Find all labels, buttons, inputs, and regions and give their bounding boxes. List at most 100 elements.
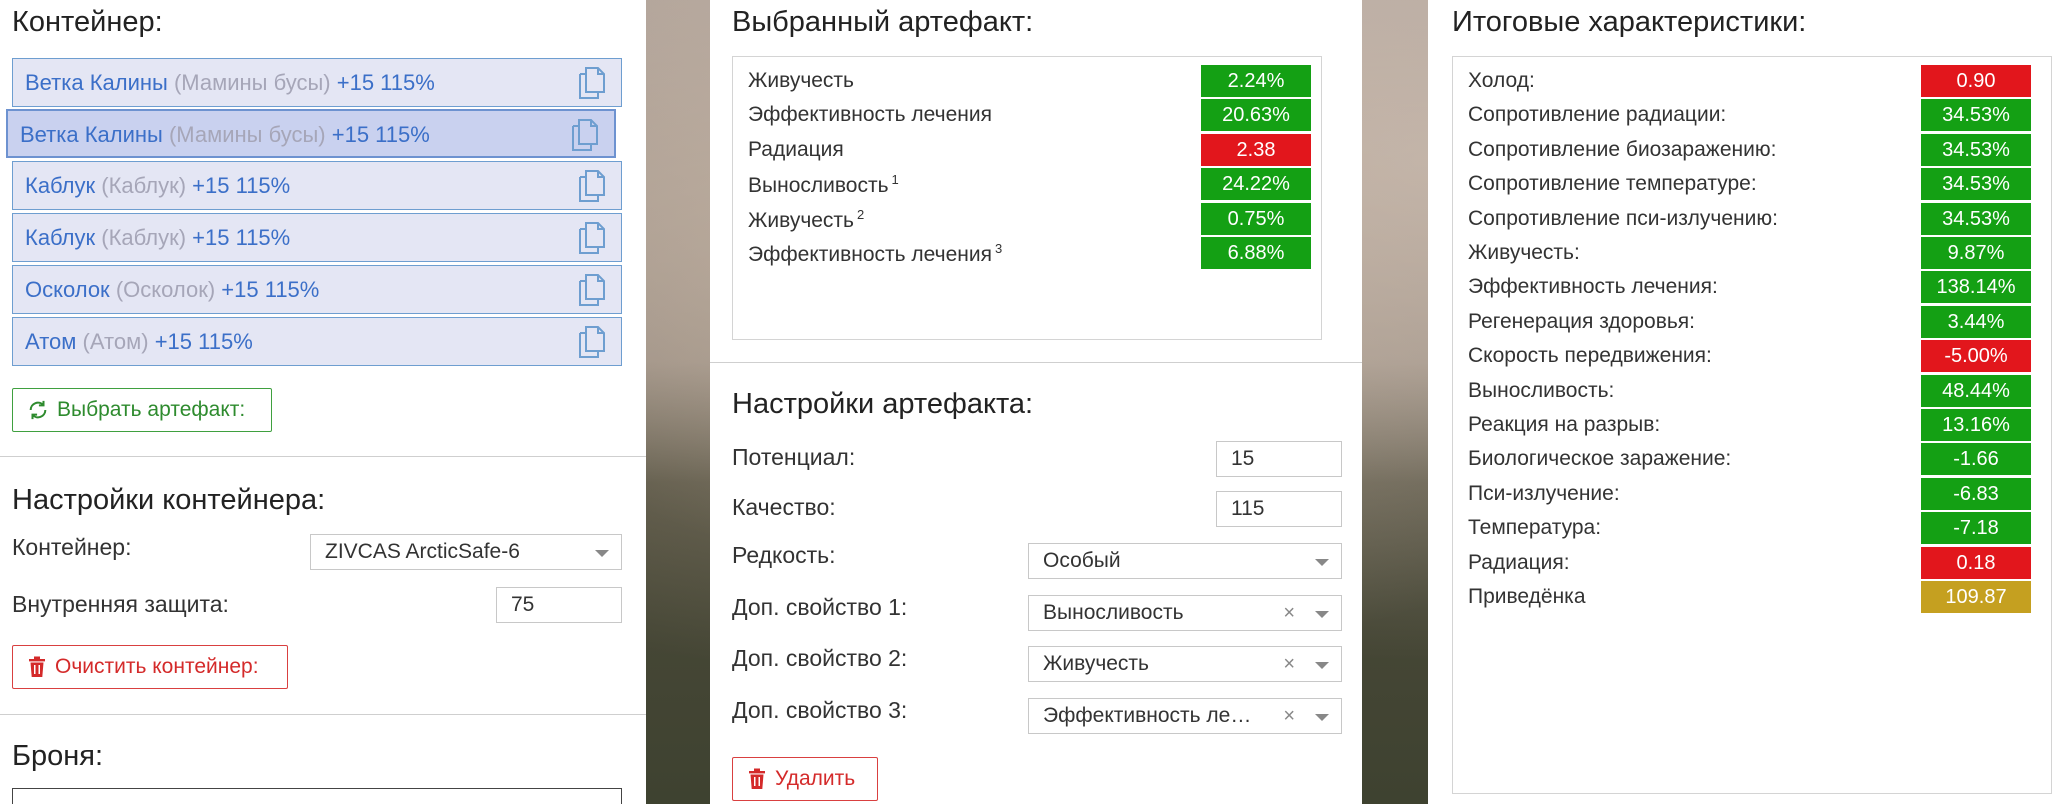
- stat-name: Реакция на разрыв:: [1468, 413, 1660, 437]
- stat-name: Пси-излучение:: [1468, 482, 1620, 506]
- stat-name-text: Биологическое заражение:: [1468, 447, 1732, 471]
- rarity-label: Редкость:: [732, 542, 836, 568]
- stat-value: 0.18: [1921, 546, 2031, 579]
- chevron-down-icon: [1315, 559, 1329, 566]
- stat-name-text: Выносливость: [748, 174, 889, 198]
- stat-name: Сопротивление температуре:: [1468, 172, 1757, 196]
- stat-row: Сопротивление пси-излучению: 34.53%: [1453, 202, 2051, 237]
- delete-artifact-button[interactable]: Удалить: [732, 757, 878, 801]
- container-item[interactable]: Ветка Калины (Мамины бусы) +15 115%: [6, 109, 616, 158]
- stat-row: Температура: -7.18: [1453, 512, 2051, 546]
- stat-name-text: Живучесть:: [1468, 241, 1580, 264]
- stat-row: Сопротивление температуре: 34.53%: [1453, 168, 2051, 202]
- copy-icon[interactable]: [577, 169, 607, 203]
- rarity-select[interactable]: Особый: [1028, 543, 1342, 579]
- item-name: Каблук: [25, 225, 96, 250]
- potential-label: Потенциал:: [732, 444, 856, 470]
- clear-icon[interactable]: ×: [1283, 647, 1295, 681]
- prop3-value: Эффективность ле…: [1043, 704, 1252, 727]
- container-item[interactable]: Каблук (Каблук) +15 115%: [12, 213, 622, 262]
- stat-name: Эффективность лечения 3: [748, 241, 1002, 267]
- prop2-value: Живучесть: [1043, 652, 1149, 675]
- stat-footnote: 3: [994, 241, 1003, 256]
- inner-protection-label: Внутренняя защита:: [12, 591, 229, 617]
- container-select-label: Контейнер:: [12, 534, 132, 560]
- stat-row: Живучесть 2 0.75%: [733, 202, 1321, 237]
- stat-value: -7.18: [1921, 512, 2031, 545]
- clear-icon[interactable]: ×: [1283, 699, 1295, 733]
- stat-value: 20.63%: [1201, 99, 1311, 132]
- stat-name: Скорость передвижения:: [1468, 344, 1712, 368]
- potential-input[interactable]: 15: [1216, 441, 1342, 477]
- stat-value: 9.87%: [1921, 237, 2031, 269]
- container-item[interactable]: Каблук (Каблук) +15 115%: [12, 161, 622, 210]
- container-item[interactable]: Атом (Атом) +15 115%: [12, 317, 622, 366]
- item-level: +15 115%: [192, 225, 291, 250]
- inner-protection-value: 75: [511, 593, 535, 616]
- stat-row: Холод: 0.90: [1453, 65, 2051, 99]
- stat-value: 48.44%: [1921, 374, 2031, 407]
- stat-row: Реакция на разрыв: 13.16%: [1453, 409, 2051, 443]
- stat-name-text: Эффективность лечения: [748, 103, 992, 127]
- stat-name: Биологическое заражение:: [1468, 447, 1731, 471]
- artifact-settings-title: Настройки артефакта:: [732, 388, 1034, 420]
- prop3-select[interactable]: Эффективность ле… ×: [1028, 698, 1342, 734]
- prop1-value: Выносливость: [1043, 601, 1184, 624]
- container-item[interactable]: Осколок (Осколок) +15 115%: [12, 265, 622, 314]
- copy-icon[interactable]: [570, 118, 600, 152]
- prop1-label: Доп. свойство 1:: [732, 594, 908, 620]
- stat-row: Радиация: 0.18: [1453, 546, 2051, 581]
- stat-name-text: Выносливость:: [1468, 378, 1615, 402]
- item-original-name: (Мамины бусы): [168, 122, 326, 147]
- armor-select[interactable]: [12, 788, 622, 804]
- select-artifact-button[interactable]: Выбрать артефакт:: [12, 388, 272, 432]
- item-name: Атом: [25, 329, 77, 354]
- item-level: +15 115%: [336, 70, 435, 95]
- item-level: +15 115%: [331, 122, 430, 147]
- stat-row: Биологическое заражение: -1.66: [1453, 443, 2051, 477]
- stat-name: Выносливость:: [1468, 379, 1614, 403]
- copy-icon[interactable]: [577, 66, 607, 100]
- copy-icon[interactable]: [577, 221, 607, 255]
- stat-name: Эффективность лечения:: [1468, 275, 1718, 299]
- stat-value: 2.38: [1201, 133, 1311, 166]
- stat-value: -1.66: [1921, 443, 2031, 476]
- stat-name-text: Скорость передвижения:: [1468, 344, 1712, 368]
- stat-value: 109.87: [1921, 581, 2031, 613]
- stat-name-text: Сопротивление пси-излучению:: [1468, 206, 1778, 230]
- container-item[interactable]: Ветка Калины (Мамины бусы) +15 115%: [12, 58, 622, 107]
- stat-value: -5.00%: [1921, 340, 2031, 373]
- artifact-stats-box: Живучесть 2.24% Эффективность лечения 20.63…: [732, 56, 1322, 340]
- clear-container-button[interactable]: Очистить контейнер:: [12, 645, 288, 689]
- quality-input[interactable]: 115: [1216, 491, 1342, 527]
- prop1-select[interactable]: Выносливость ×: [1028, 595, 1342, 631]
- copy-icon[interactable]: [577, 273, 607, 307]
- delete-artifact-label: Удалить: [775, 767, 856, 790]
- inner-protection-input[interactable]: 75: [496, 587, 622, 623]
- rarity-value: Особый: [1043, 549, 1121, 572]
- stat-value: -6.83: [1921, 477, 2031, 510]
- container-select[interactable]: ZIVCAS ArcticSafe-6: [310, 534, 622, 570]
- stat-value: 138.14%: [1921, 271, 2031, 304]
- container-settings-title: Настройки контейнера:: [12, 484, 326, 516]
- stat-row: Пси-излучение: -6.83: [1453, 477, 2051, 512]
- item-name: Ветка Калины: [25, 70, 168, 95]
- stat-name-text: Реакция на разрыв:: [1468, 413, 1661, 436]
- stat-name: Сопротивление пси-излучению:: [1468, 207, 1778, 231]
- stat-value: 34.53%: [1921, 168, 2031, 201]
- stat-value: 6.88%: [1201, 237, 1311, 269]
- stat-name-text: Приведёнка: [1468, 585, 1586, 608]
- copy-icon[interactable]: [577, 325, 607, 359]
- chevron-down-icon: [1315, 662, 1329, 669]
- stat-row: Выносливость: 48.44%: [1453, 374, 2051, 409]
- stat-name: Сопротивление радиации:: [1468, 103, 1726, 127]
- totals-panel: Итоговые характеристики: Холод: 0.90 Сопро…: [1428, 0, 2066, 804]
- prop2-select[interactable]: Живучесть ×: [1028, 646, 1342, 682]
- stat-row: Скорость передвижения: -5.00%: [1453, 340, 2051, 374]
- stat-name: Регенерация здоровья:: [1468, 310, 1695, 334]
- artifact-panel: Выбранный артефакт: Живучесть 2.24% Эффект…: [710, 0, 1362, 804]
- clear-icon[interactable]: ×: [1283, 596, 1295, 630]
- stat-name: Живучесть: [748, 69, 854, 93]
- stat-value: 0.75%: [1201, 202, 1311, 235]
- item-original-name: (Каблук): [101, 173, 187, 198]
